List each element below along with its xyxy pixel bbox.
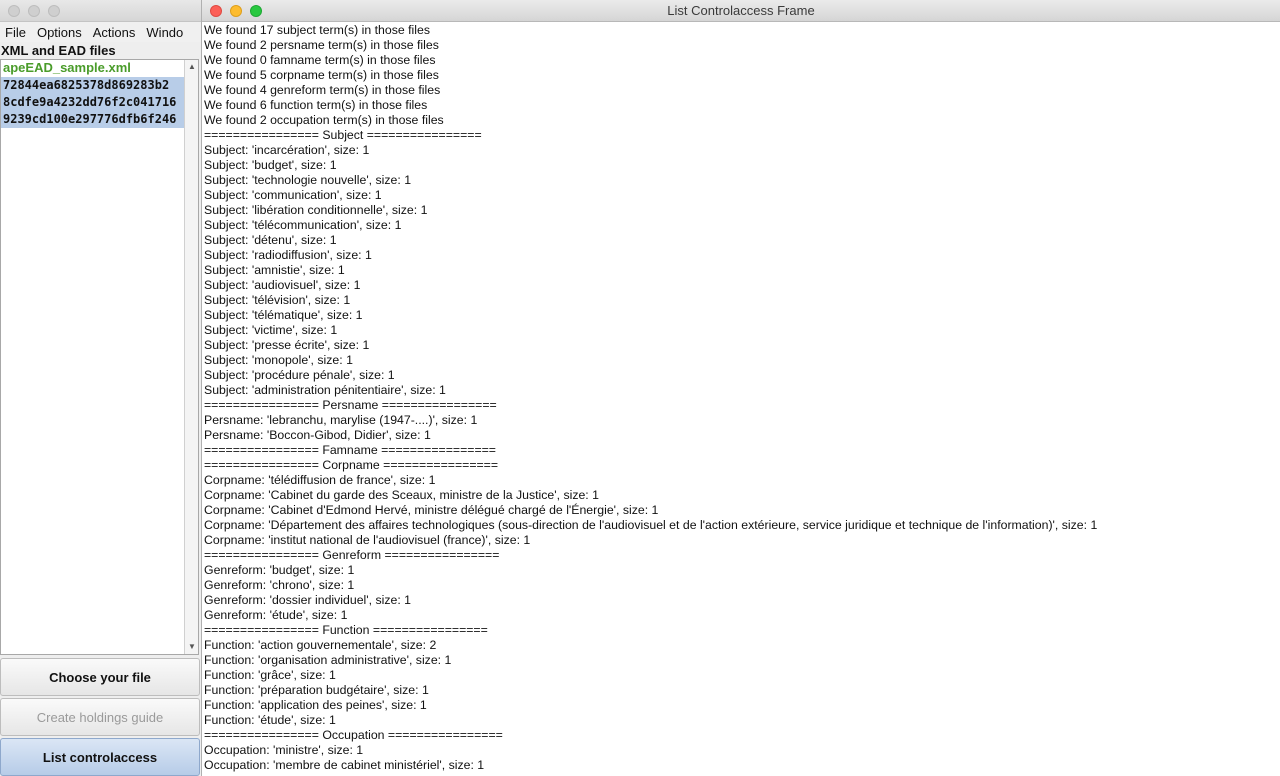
zoom-window-button[interactable] — [48, 5, 60, 17]
output-line: Subject: 'communication', size: 1 — [204, 188, 382, 202]
output-line: Genreform: 'chrono', size: 1 — [204, 578, 355, 592]
output-line: Corpname: 'Cabinet d'Edmond Hervé, minis… — [204, 503, 659, 517]
file-list-item[interactable]: 8cdfe9a4232dd76f2c041716 — [1, 94, 198, 111]
file-list[interactable]: apeEAD_sample.xml 72844ea6825378d869283b2… — [0, 59, 199, 655]
output-line: Genreform: 'budget', size: 1 — [204, 563, 355, 577]
output-line: Subject: 'incarcération', size: 1 — [204, 143, 370, 157]
output-line: Subject: 'télématique', size: 1 — [204, 308, 363, 322]
minimize-window-button[interactable] — [28, 5, 40, 17]
create-holdings-guide-button[interactable]: Create holdings guide — [0, 698, 200, 736]
output-line: ================ Occupation ============… — [204, 728, 503, 742]
output-line: We found 0 famname term(s) in those file… — [204, 53, 436, 67]
output-line: Subject: 'procédure pénale', size: 1 — [204, 368, 395, 382]
output-line: ================ Famname ===============… — [204, 443, 496, 457]
output-line: We found 2 persname term(s) in those fil… — [204, 38, 439, 52]
files-label: XML and EAD files — [1, 43, 116, 58]
zoom-frame-button[interactable] — [250, 5, 262, 17]
file-list-scrollbar[interactable]: ▲ ▼ — [184, 60, 198, 654]
output-line: Genreform: 'étude', size: 1 — [204, 608, 348, 622]
main-titlebar — [0, 0, 203, 22]
main-window: File Options Actions Windo XML and EAD f… — [0, 0, 203, 776]
output-line: Corpname: 'Cabinet du garde des Sceaux, … — [204, 488, 599, 502]
list-controlaccess-button[interactable]: List controlaccess — [0, 738, 200, 776]
output-line: Function: 'étude', size: 1 — [204, 713, 336, 727]
output-line: Subject: 'administration pénitentiaire',… — [204, 383, 446, 397]
output-line: We found 4 genreform term(s) in those fi… — [204, 83, 441, 97]
menu-window[interactable]: Windo — [146, 25, 183, 40]
controlaccess-output[interactable]: We found 17 subject term(s) in those fil… — [202, 22, 1280, 774]
output-line: Subject: 'audiovisuel', size: 1 — [204, 278, 361, 292]
output-line: Corpname: 'institut national de l'audiov… — [204, 533, 531, 547]
output-line: ================ Genreform =============… — [204, 548, 500, 562]
file-items: apeEAD_sample.xml 72844ea6825378d869283b2… — [1, 60, 198, 128]
close-frame-button[interactable] — [210, 5, 222, 17]
file-list-item[interactable]: 9239cd100e297776dfb6f246 — [1, 111, 198, 128]
output-line: Function: 'organisation administrative',… — [204, 653, 452, 667]
menu-file[interactable]: File — [5, 25, 26, 40]
output-line: ================ Persname ==============… — [204, 398, 497, 412]
output-line: We found 2 occupation term(s) in those f… — [204, 113, 444, 127]
output-line: Function: 'action gouvernementale', size… — [204, 638, 437, 652]
menu-actions[interactable]: Actions — [93, 25, 136, 40]
output-line: Corpname: 'télédiffusion de france', siz… — [204, 473, 436, 487]
scroll-up-icon[interactable]: ▲ — [185, 60, 198, 74]
output-line: We found 17 subject term(s) in those fil… — [204, 23, 431, 37]
menu-options[interactable]: Options — [37, 25, 82, 40]
output-line: Function: 'préparation budgétaire', size… — [204, 683, 429, 697]
output-line: Subject: 'radiodiffusion', size: 1 — [204, 248, 372, 262]
output-line: Occupation: 'membre de cabinet ministéri… — [204, 758, 485, 772]
output-line: Genreform: 'dossier individuel', size: 1 — [204, 593, 411, 607]
output-line: ================ Corpname ==============… — [204, 458, 499, 472]
output-line: ================ Function ==============… — [204, 623, 488, 637]
minimize-frame-button[interactable] — [230, 5, 242, 17]
output-line: Subject: 'détenu', size: 1 — [204, 233, 337, 247]
output-line: Subject: 'télécommunication', size: 1 — [204, 218, 402, 232]
output-line: Subject: 'libération conditionnelle', si… — [204, 203, 428, 217]
scroll-down-icon[interactable]: ▼ — [185, 640, 198, 654]
output-line: We found 5 corpname term(s) in those fil… — [204, 68, 439, 82]
output-line: Subject: 'amnistie', size: 1 — [204, 263, 345, 277]
output-line: Persname: 'lebranchu, marylise (1947-...… — [204, 413, 478, 427]
close-window-button[interactable] — [8, 5, 20, 17]
output-line: Function: 'grâce', size: 1 — [204, 668, 336, 682]
menubar: File Options Actions Windo — [0, 22, 203, 42]
list-controlaccess-frame: List Controlaccess Frame We found 17 sub… — [201, 0, 1280, 776]
frame-titlebar: List Controlaccess Frame — [202, 0, 1280, 22]
output-line: Persname: 'Boccon-Gibod, Didier', size: … — [204, 428, 431, 442]
output-line: Occupation: 'ministre', size: 1 — [204, 743, 364, 757]
file-list-item[interactable]: apeEAD_sample.xml — [1, 60, 198, 77]
output-line: Subject: 'technologie nouvelle', size: 1 — [204, 173, 412, 187]
output-line: We found 6 function term(s) in those fil… — [204, 98, 428, 112]
file-list-item[interactable]: 72844ea6825378d869283b2 — [1, 77, 198, 94]
choose-file-button[interactable]: Choose your file — [0, 658, 200, 696]
output-line: Function: 'application des peines', size… — [204, 698, 427, 712]
frame-title: List Controlaccess Frame — [667, 3, 815, 18]
output-line: Subject: 'presse écrite', size: 1 — [204, 338, 370, 352]
output-line: Corpname: 'Département des affaires tech… — [204, 518, 1098, 532]
output-line: Subject: 'victime', size: 1 — [204, 323, 338, 337]
output-line: Subject: 'budget', size: 1 — [204, 158, 337, 172]
output-line: ================ Subject ===============… — [204, 128, 482, 142]
output-line: Subject: 'monopole', size: 1 — [204, 353, 353, 367]
output-line: Subject: 'télévision', size: 1 — [204, 293, 351, 307]
